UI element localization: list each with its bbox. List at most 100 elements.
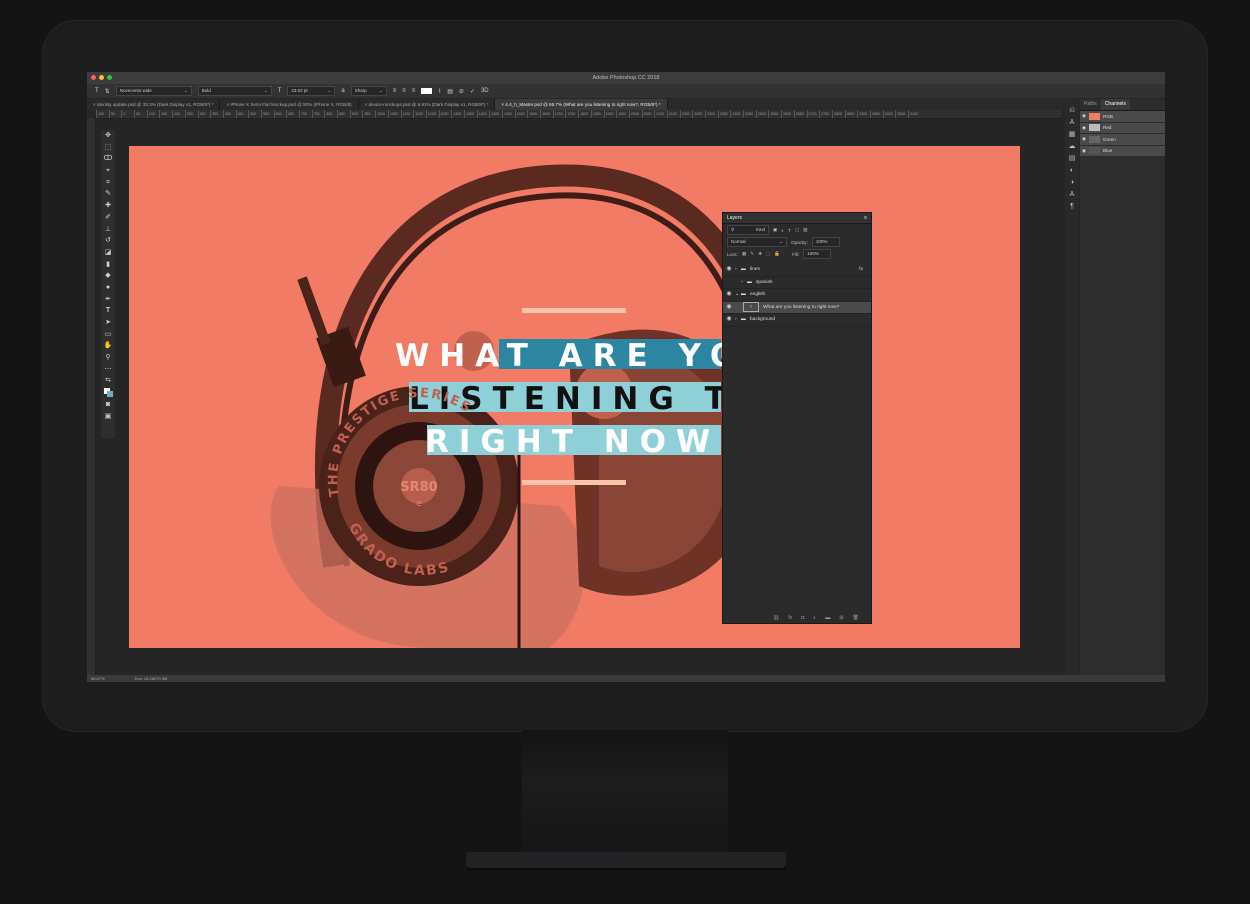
- layer-row[interactable]: ◉ › ▬ background: [723, 314, 871, 327]
- dodge-tool-icon[interactable]: ●: [103, 282, 113, 294]
- lasso-tool-icon[interactable]: ↀ: [103, 153, 113, 165]
- quick-select-tool-icon[interactable]: ⌖: [103, 165, 113, 177]
- close-button[interactable]: [91, 75, 96, 80]
- visibility-eye-icon[interactable]: ◉: [723, 289, 735, 301]
- visibility-eye-icon[interactable]: ◉: [723, 302, 735, 314]
- character-panel-icon[interactable]: ▤: [447, 88, 453, 95]
- glyphs-panel-icon[interactable]: A: [1070, 189, 1075, 201]
- minimize-button[interactable]: [99, 75, 104, 80]
- brush-tool-icon[interactable]: ✐: [103, 212, 113, 224]
- filter-pixel-icon[interactable]: ▣: [773, 227, 777, 233]
- layer-row[interactable]: ◉ › ▬ lines fx: [723, 264, 871, 277]
- type-tool-icon[interactable]: T: [103, 305, 113, 317]
- commit-icon[interactable]: ✓: [470, 88, 475, 95]
- channel-row[interactable]: ◉ RGB: [1080, 111, 1165, 123]
- document-tab[interactable]: × identity update.psd @ 33.3% (Dark Disp…: [87, 99, 221, 110]
- channel-row[interactable]: ◉ Red: [1080, 122, 1165, 134]
- text-orientation-icon[interactable]: ⇅: [105, 88, 110, 95]
- swatches-panel-icon[interactable]: ▦: [1069, 129, 1076, 141]
- cancel-icon[interactable]: ⊘: [459, 88, 464, 95]
- opacity-field[interactable]: 100%: [811, 237, 840, 247]
- filter-smart-object-icon[interactable]: ▨: [803, 227, 807, 233]
- tab-paths[interactable]: Paths: [1080, 99, 1101, 110]
- font-family-select[interactable]: Novecento wide ⌄: [115, 86, 192, 96]
- channel-row[interactable]: ◉ Green: [1080, 134, 1165, 146]
- styles-panel-icon[interactable]: ◑: [1070, 177, 1074, 189]
- new-layer-icon[interactable]: ⊞: [839, 615, 843, 621]
- document-canvas[interactable]: WHAT ARE YO LISTENING TO RIGHT NOW? THE …: [129, 146, 1020, 648]
- align-center-icon[interactable]: ≡: [402, 88, 406, 94]
- pen-tool-icon[interactable]: ✒: [103, 294, 113, 306]
- 3d-icon[interactable]: 3D: [481, 88, 489, 94]
- history-brush-tool-icon[interactable]: ↺: [103, 235, 113, 247]
- blend-mode-select[interactable]: Normal ⌄: [727, 237, 787, 247]
- eyedropper-tool-icon[interactable]: ✎: [103, 188, 113, 200]
- adjustments-panel-icon[interactable]: ◐: [1070, 165, 1074, 177]
- marquee-tool-icon[interactable]: ⬚: [103, 142, 113, 154]
- libraries-panel-icon[interactable]: ☁: [1069, 141, 1076, 153]
- more-tools-icon[interactable]: ⋯: [103, 364, 113, 376]
- lock-image-icon[interactable]: ✎: [750, 251, 754, 257]
- new-group-icon[interactable]: ▬: [825, 615, 830, 621]
- horizontal-ruler[interactable]: 100 50 0 50 100 150 200 250 300 350 400 450 500 550 60…: [96, 110, 1062, 119]
- visibility-eye-icon[interactable]: ◉: [723, 264, 735, 276]
- history-panel-icon[interactable]: ⎌: [1069, 105, 1075, 117]
- eraser-tool-icon[interactable]: ◪: [103, 247, 113, 259]
- layer-kind-select[interactable]: ⚲ Kind: [727, 225, 769, 235]
- rectangle-tool-icon[interactable]: ▭: [103, 329, 113, 341]
- align-left-icon[interactable]: ≡: [393, 88, 397, 94]
- visibility-eye-icon[interactable]: ◉: [1082, 136, 1086, 142]
- zoom-button[interactable]: [107, 75, 112, 80]
- quick-mask-icon[interactable]: ◙: [103, 399, 113, 411]
- layer-row[interactable]: › ▬ spanish: [723, 277, 871, 289]
- document-tab[interactable]: × device-mockups.psd @ 6.91% (Dark Displ…: [359, 99, 496, 110]
- move-tool-icon[interactable]: ✥: [103, 130, 113, 142]
- layer-row-selected[interactable]: ◉ T What are you listening to right now?: [723, 301, 871, 314]
- document-tab[interactable]: × iPhone X Semi Flat Mockup.psd @ 50% (i…: [220, 99, 359, 110]
- add-mask-icon[interactable]: ◘: [801, 615, 804, 621]
- swap-colors-icon[interactable]: ⇆: [103, 375, 113, 387]
- font-style-select[interactable]: Bold ⌄: [197, 86, 272, 96]
- layers-panel-header[interactable]: Layers ≡: [723, 213, 871, 224]
- filter-adjustment-icon[interactable]: ◐: [781, 228, 784, 233]
- lock-position-icon[interactable]: ✥: [758, 251, 762, 257]
- text-color-swatch[interactable]: [421, 88, 433, 94]
- lock-transparent-icon[interactable]: ▦: [742, 251, 746, 257]
- channel-row[interactable]: ◉ Blue: [1080, 145, 1165, 157]
- type-tool-icon[interactable]: T: [95, 88, 99, 94]
- trash-icon[interactable]: 🗑: [853, 615, 859, 621]
- lock-artboard-icon[interactable]: ⬚: [766, 251, 770, 257]
- properties-panel-icon[interactable]: ▤: [1069, 153, 1076, 165]
- zoom-tool-icon[interactable]: ⚲: [103, 352, 113, 364]
- layer-fx-badge[interactable]: fx: [859, 264, 863, 276]
- document-info[interactable]: Doc: 16.2M/70.3M: [135, 675, 168, 682]
- gradient-tool-icon[interactable]: ▮: [103, 259, 113, 271]
- align-right-icon[interactable]: ≡: [412, 88, 416, 94]
- character-panel-icon[interactable]: A: [1070, 117, 1075, 129]
- paragraph-panel-icon[interactable]: ¶: [1070, 201, 1074, 213]
- vertical-ruler[interactable]: [87, 118, 96, 676]
- visibility-eye-icon[interactable]: ◉: [1082, 148, 1086, 154]
- link-layers-icon[interactable]: ⛓: [773, 615, 779, 621]
- visibility-eye-icon[interactable]: ◉: [723, 314, 735, 326]
- crop-tool-icon[interactable]: ⌗: [103, 177, 113, 189]
- visibility-eye-icon[interactable]: ◉: [1082, 113, 1086, 119]
- document-tab-active[interactable]: × 4.4_h_Master.psd @ 66.7% (What are you…: [495, 99, 668, 110]
- zoom-level[interactable]: 66.67%: [91, 675, 105, 682]
- visibility-eye-icon[interactable]: ◉: [1082, 125, 1086, 131]
- path-selection-tool-icon[interactable]: ➤: [103, 317, 113, 329]
- tab-channels[interactable]: Channels: [1100, 99, 1130, 110]
- fill-field[interactable]: 100%: [803, 249, 832, 259]
- font-size-select[interactable]: 23.02 pt ⌄: [287, 86, 336, 96]
- healing-brush-tool-icon[interactable]: ✚: [103, 200, 113, 212]
- antialias-select[interactable]: Sharp ⌄: [350, 86, 387, 96]
- clone-stamp-tool-icon[interactable]: ⊥: [103, 224, 113, 236]
- panel-menu-icon[interactable]: ≡: [864, 213, 867, 223]
- layer-style-icon[interactable]: fx: [788, 615, 792, 621]
- filter-type-icon[interactable]: T: [788, 228, 791, 233]
- blur-tool-icon[interactable]: ◆: [103, 270, 113, 282]
- color-swatches[interactable]: [103, 387, 113, 399]
- filter-shape-icon[interactable]: ▢: [795, 227, 799, 233]
- lock-all-icon[interactable]: 🔒: [774, 251, 780, 257]
- hand-tool-icon[interactable]: ✋: [103, 340, 113, 352]
